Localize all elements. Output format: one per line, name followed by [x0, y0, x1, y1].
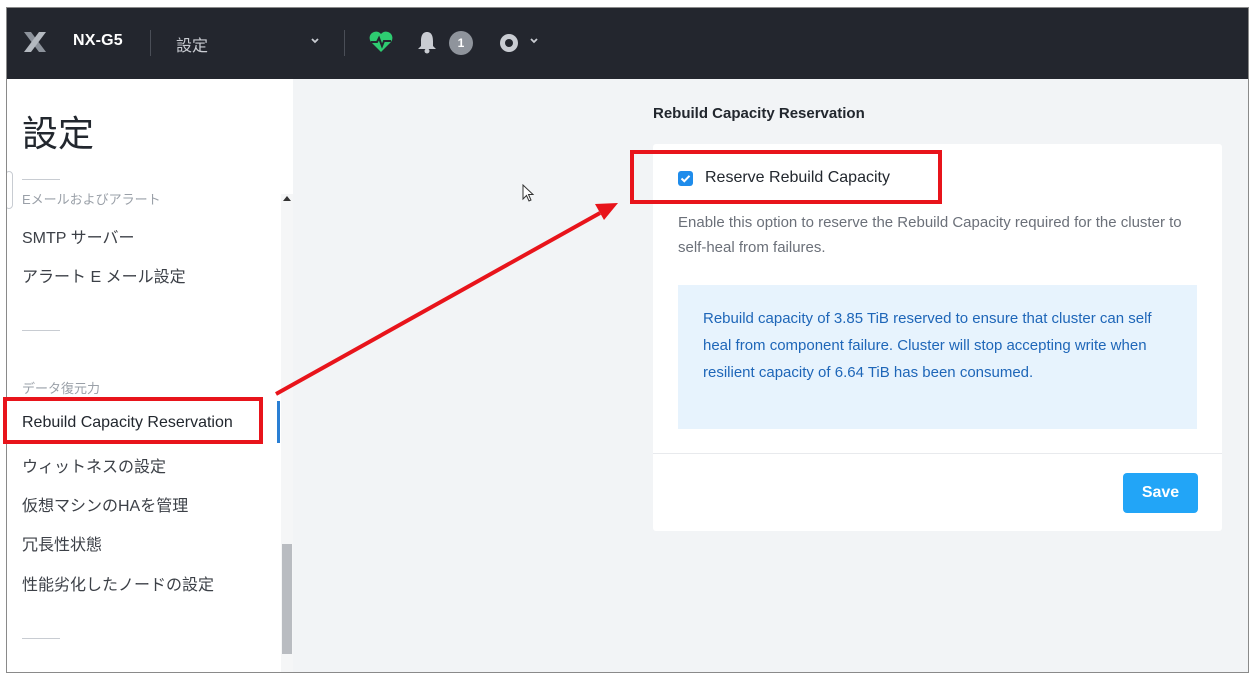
- annotation-arrow: [275, 203, 618, 396]
